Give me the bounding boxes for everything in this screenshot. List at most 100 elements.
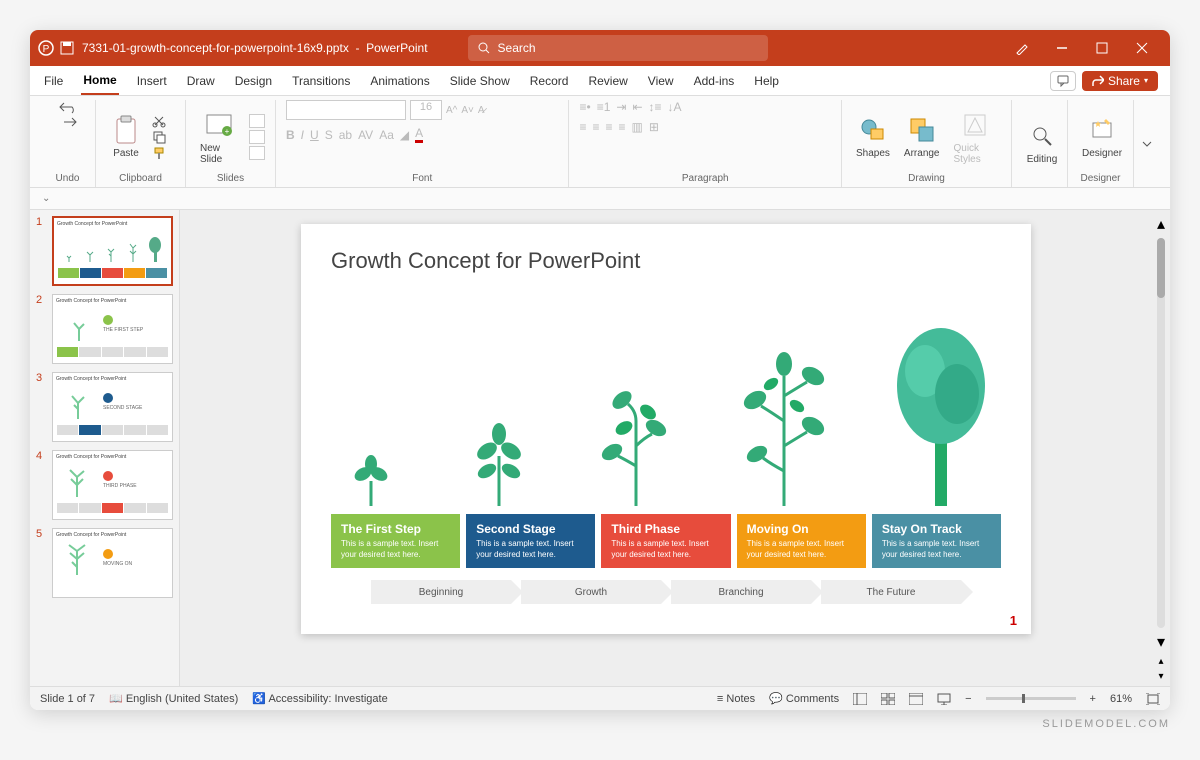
convert-button[interactable]: ⊞ — [649, 120, 659, 134]
stage-2[interactable]: Second StageThis is a sample text. Inser… — [466, 514, 595, 568]
accessibility-status[interactable]: ♿ Accessibility: Investigate — [252, 692, 387, 705]
plant-4[interactable] — [729, 346, 839, 506]
collapse-ribbon-button[interactable] — [1134, 100, 1160, 187]
redo-button[interactable] — [58, 116, 78, 128]
indent-button[interactable]: ⇥ — [616, 100, 626, 114]
numbering-button[interactable]: ≡1 — [597, 100, 611, 114]
slideshow-button[interactable] — [937, 692, 951, 706]
tab-record[interactable]: Record — [528, 68, 571, 94]
stage-1[interactable]: The First StepThis is a sample text. Ins… — [331, 514, 460, 568]
next-slide-icon[interactable]: ▾ — [1158, 671, 1163, 682]
shrink-font-icon[interactable]: A˅ — [461, 105, 474, 116]
bullets-button[interactable]: ≡• — [579, 100, 590, 114]
tab-help[interactable]: Help — [752, 68, 781, 94]
tab-draw[interactable]: Draw — [185, 68, 217, 94]
tab-transitions[interactable]: Transitions — [290, 68, 352, 94]
maximize-button[interactable] — [1082, 30, 1122, 66]
reading-view-button[interactable] — [909, 692, 923, 706]
comments-status-button[interactable]: 💬 Comments — [769, 692, 839, 705]
qat-chevron-icon[interactable]: ⌄ — [42, 193, 50, 204]
minimize-button[interactable] — [1042, 30, 1082, 66]
scroll-thumb[interactable] — [1157, 238, 1165, 298]
bold-button[interactable]: B — [286, 128, 295, 142]
shadow-button[interactable]: ab — [339, 128, 352, 142]
zoom-out-button[interactable]: − — [965, 693, 971, 705]
tab-addins[interactable]: Add-ins — [692, 68, 737, 94]
quick-styles-button[interactable]: Quick Styles — [950, 107, 1002, 167]
copy-icon[interactable] — [152, 130, 166, 144]
tab-animations[interactable]: Animations — [368, 68, 431, 94]
prev-slide-icon[interactable]: ▴ — [1158, 656, 1163, 667]
line-spacing-button[interactable]: ↕≡ — [649, 100, 662, 114]
columns-button[interactable]: ▥ — [632, 120, 643, 134]
thumbnail-3[interactable]: 3 Growth Concept for PowerPoint SECOND S… — [36, 372, 173, 442]
zoom-level[interactable]: 61% — [1110, 693, 1132, 705]
spacing-button[interactable]: AV — [358, 128, 373, 142]
plant-3[interactable] — [586, 386, 686, 506]
scroll-up-icon[interactable]: ▴ — [1157, 214, 1165, 234]
zoom-in-button[interactable]: + — [1090, 693, 1096, 705]
shapes-button[interactable]: Shapes — [852, 112, 894, 161]
format-painter-icon[interactable] — [152, 146, 166, 160]
zoom-slider[interactable] — [986, 697, 1076, 700]
tab-insert[interactable]: Insert — [135, 68, 169, 94]
tab-view[interactable]: View — [646, 68, 676, 94]
thumbnail-2[interactable]: 2 Growth Concept for PowerPoint THE FIRS… — [36, 294, 173, 364]
save-icon[interactable] — [60, 41, 74, 55]
thumbnail-4[interactable]: 4 Growth Concept for PowerPoint THIRD PH… — [36, 450, 173, 520]
designer-button[interactable]: Designer — [1078, 112, 1126, 161]
thumbnail-panel[interactable]: 1 Growth Concept for PowerPoint 2 Growth… — [30, 210, 180, 686]
scroll-down-icon[interactable]: ▾ — [1157, 632, 1165, 652]
new-slide-button[interactable]: + New Slide — [196, 107, 243, 167]
comments-button[interactable] — [1050, 71, 1076, 91]
plant-1[interactable] — [331, 446, 411, 506]
plant-2[interactable] — [454, 416, 544, 506]
tab-slideshow[interactable]: Slide Show — [448, 68, 512, 94]
section-icon[interactable] — [249, 146, 265, 160]
case-button[interactable]: Aa — [379, 128, 394, 142]
font-color-button[interactable]: A — [415, 126, 423, 143]
slide[interactable]: Growth Concept for PowerPoint The First … — [301, 224, 1031, 634]
ink-button[interactable] — [1002, 30, 1042, 66]
slide-title[interactable]: Growth Concept for PowerPoint — [331, 248, 1001, 274]
tab-file[interactable]: File — [42, 68, 65, 94]
thumbnail-5[interactable]: 5 Growth Concept for PowerPoint MOVING O… — [36, 528, 173, 598]
text-direction-button[interactable]: ↓A — [668, 100, 682, 114]
slide-counter[interactable]: Slide 1 of 7 — [40, 693, 95, 705]
search-box[interactable]: Search — [468, 35, 768, 61]
font-selector[interactable] — [286, 100, 406, 120]
outdent-button[interactable]: ⇤ — [632, 100, 642, 114]
undo-button[interactable] — [58, 100, 78, 114]
layout-icon[interactable] — [249, 114, 265, 128]
close-button[interactable] — [1122, 30, 1162, 66]
fit-button[interactable] — [1146, 692, 1160, 706]
stage-5[interactable]: Stay On TrackThis is a sample text. Inse… — [872, 514, 1001, 568]
stage-4[interactable]: Moving OnThis is a sample text. Insert y… — [737, 514, 866, 568]
grow-font-icon[interactable]: A^ — [446, 105, 457, 116]
clear-format-icon[interactable]: A̷ — [478, 105, 485, 116]
align-right-button[interactable]: ≡ — [606, 120, 613, 134]
align-center-button[interactable]: ≡ — [593, 120, 600, 134]
cut-icon[interactable] — [152, 114, 166, 128]
language-status[interactable]: 📖 English (United States) — [109, 692, 238, 705]
italic-button[interactable]: I — [301, 128, 304, 142]
reset-icon[interactable] — [249, 130, 265, 144]
font-size-selector[interactable]: 16 — [410, 100, 442, 120]
tab-review[interactable]: Review — [586, 68, 629, 94]
arrange-button[interactable]: Arrange — [900, 112, 944, 161]
arrow-2[interactable]: Growth — [521, 580, 661, 604]
underline-button[interactable]: U — [310, 128, 319, 142]
arrow-1[interactable]: Beginning — [371, 580, 511, 604]
share-button[interactable]: Share ▾ — [1082, 71, 1158, 91]
strike-button[interactable]: S — [325, 128, 333, 142]
align-left-button[interactable]: ≡ — [579, 120, 586, 134]
stage-3[interactable]: Third PhaseThis is a sample text. Insert… — [601, 514, 730, 568]
vertical-scrollbar[interactable]: ▴ ▾ ▴ ▾ — [1152, 210, 1170, 686]
tab-home[interactable]: Home — [81, 67, 118, 95]
tab-design[interactable]: Design — [233, 68, 274, 94]
sorter-view-button[interactable] — [881, 692, 895, 706]
thumbnail-1[interactable]: 1 Growth Concept for PowerPoint — [36, 216, 173, 286]
editing-button[interactable]: Editing — [1022, 118, 1062, 167]
normal-view-button[interactable] — [853, 692, 867, 706]
slide-canvas[interactable]: Growth Concept for PowerPoint The First … — [180, 210, 1152, 686]
